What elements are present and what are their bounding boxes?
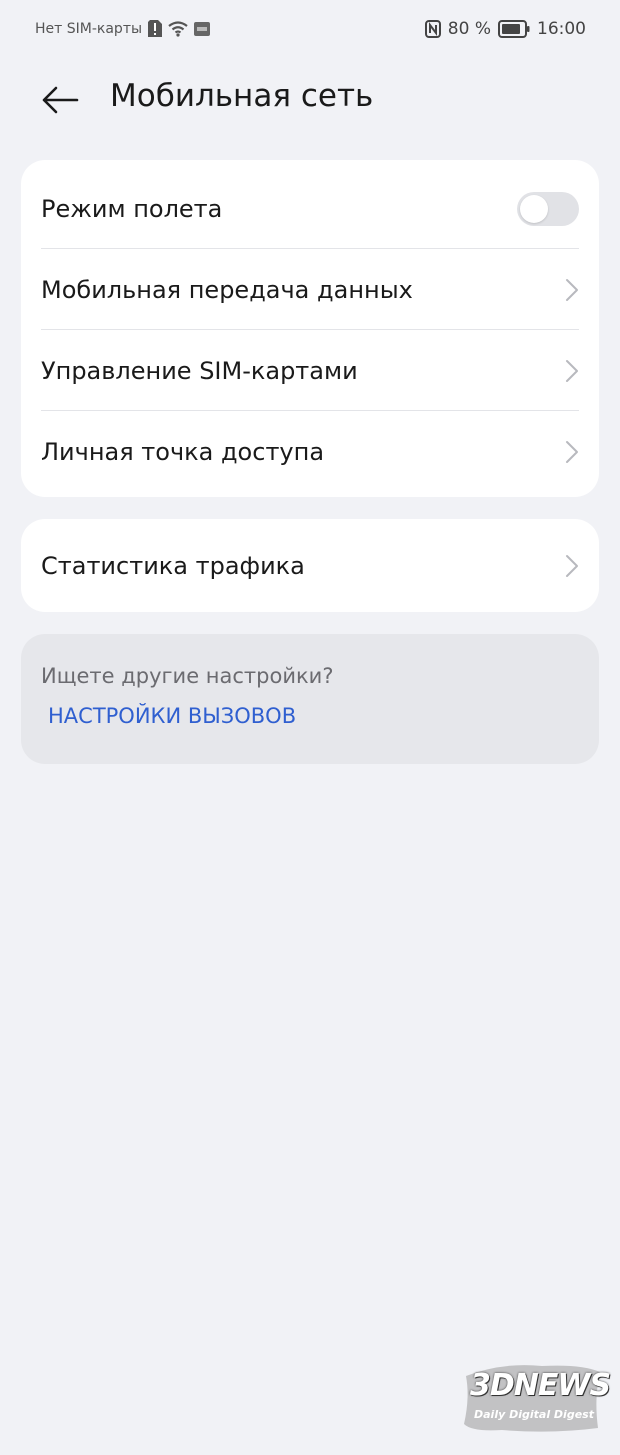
toggle-knob [520,194,548,223]
traffic-card: Статистика трафика [21,519,599,612]
hotspot-row[interactable]: Личная точка доступа [21,411,599,492]
suggestion-text: Ищете другие настройки? [41,664,334,688]
arrow-left-icon [41,85,79,115]
nfc-icon [424,20,441,38]
watermark-tagline: Daily Digital Digest [474,1408,594,1421]
watermark-logo: 3DNEWS Daily Digital Digest [462,1358,611,1434]
hotspot-label: Личная точка доступа [41,437,325,466]
wifi-icon [168,20,188,37]
battery-icon [498,20,530,38]
battery-percent: 80 % [447,19,491,39]
chevron-right-icon [563,277,581,303]
mobile-data-row[interactable]: Мобильная передача данных [21,249,599,330]
traffic-stats-label: Статистика трафика [41,551,305,580]
mobile-data-label: Мобильная передача данных [41,275,413,304]
clock: 16:00 [537,19,586,39]
suggestion-card: Ищете другие настройки? НАСТРОЙКИ ВЫЗОВО… [21,634,599,764]
traffic-stats-row[interactable]: Статистика трафика [21,525,599,606]
back-button[interactable] [38,80,82,120]
page-header: Мобильная сеть [0,70,620,130]
status-bar-left: Нет SIM-карты [35,20,211,37]
airplane-mode-row[interactable]: Режим полета [21,168,599,249]
chevron-right-icon [563,553,581,579]
status-bar-right: 80 % 16:00 [424,19,586,39]
network-settings-card: Режим полета Мобильная передача данных У… [21,160,599,497]
sim-management-label: Управление SIM-картами [41,356,358,385]
page-title: Мобильная сеть [110,78,374,114]
chevron-right-icon [563,358,581,384]
chevron-right-icon [563,439,581,465]
carrier-text: Нет SIM-карты [35,20,143,37]
status-bar: Нет SIM-карты 80 % 16:00 [0,0,620,60]
sim-management-row[interactable]: Управление SIM-картами [21,330,599,411]
airplane-mode-label: Режим полета [41,194,223,223]
hd-icon [194,21,211,36]
call-settings-link[interactable]: НАСТРОЙКИ ВЫЗОВОВ [48,704,296,728]
watermark-brand: 3DNEWS [470,1368,611,1403]
sim-alert-icon [148,20,163,37]
airplane-mode-toggle[interactable] [517,191,579,226]
